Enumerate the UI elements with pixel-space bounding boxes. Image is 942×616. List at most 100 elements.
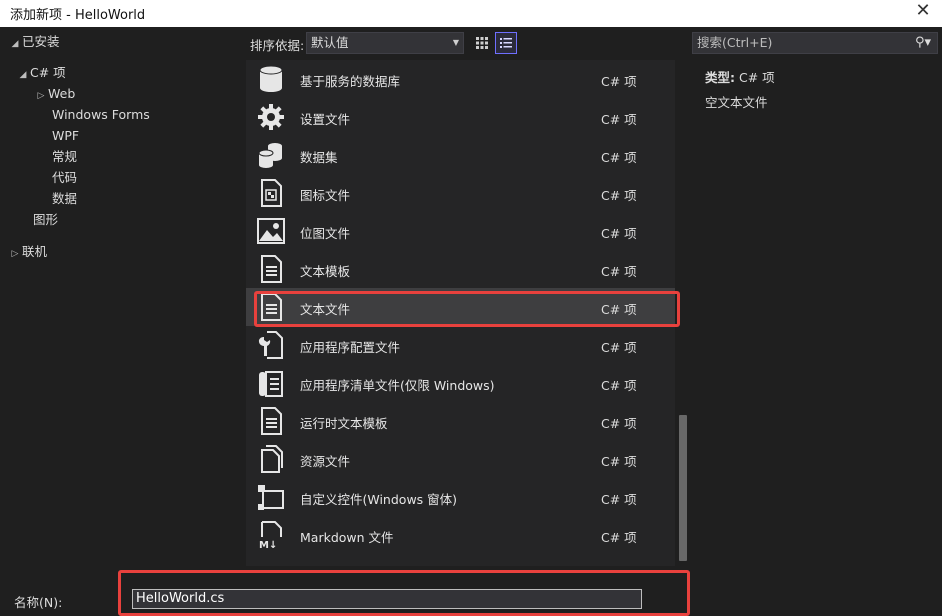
item-name: Markdown 文件 [300, 530, 394, 545]
name-row: 名称(N): HelloWorld.cs [0, 584, 942, 616]
list-view-icon [500, 38, 512, 48]
sort-toolbar: 排序依据: 默认值 ▼ [246, 30, 686, 56]
expanded-arrow-icon[interactable]: ◢ [16, 65, 30, 85]
list-item-custom-control[interactable]: 自定义控件(Windows 窗体) C# 项 [246, 478, 675, 516]
expanded-arrow-icon[interactable]: ◢ [8, 34, 22, 54]
chevron-down-icon: ▼ [452, 38, 459, 47]
item-language: C# 项 [601, 264, 637, 279]
tree-label: 图形 [33, 212, 59, 227]
item-language: C# 项 [601, 454, 637, 469]
name-label: 名称(N): [14, 595, 63, 610]
tree-label: 常规 [52, 149, 78, 164]
name-input[interactable]: HelloWorld.cs [132, 589, 642, 609]
tree-node-general[interactable]: 常规 [52, 147, 77, 167]
category-tree: ◢ 已安装 ◢ C# 项 ▷ Web Windows Forms WPF 常规 代码 … [0, 27, 246, 574]
tree-node-wpf[interactable]: WPF [52, 126, 79, 146]
item-name: 文本文件 [300, 302, 351, 317]
item-name: 文本模板 [300, 264, 351, 279]
text-file-icon [261, 293, 282, 321]
list-item-dataset[interactable]: 数据集 C# 项 [246, 136, 675, 174]
item-language: C# 项 [601, 74, 637, 89]
item-name: 运行时文本模板 [300, 416, 388, 431]
item-name: 资源文件 [300, 454, 351, 469]
item-name: 应用程序配置文件 [300, 340, 401, 355]
template-list: 基于服务的数据库 C# 项 设置文件 C# 项 数据集 C# 项 图标文件 C#… [246, 60, 675, 566]
item-description: 空文本文件 [705, 95, 768, 110]
search-icon[interactable]: ⚲▾ [915, 33, 931, 53]
list-item-runtime-text-template[interactable]: 运行时文本模板 C# 项 [246, 402, 675, 440]
tree-label: WPF [52, 128, 80, 143]
resource-file-icon [261, 445, 283, 473]
item-name: 自定义控件(Windows 窗体) [300, 492, 458, 507]
tree-label: 已安装 [22, 34, 60, 49]
list-view-button[interactable] [495, 32, 517, 54]
list-item-text-template[interactable]: 文本模板 C# 项 [246, 250, 675, 288]
close-icon[interactable]: ✕ [912, 1, 934, 23]
tree-node-graphics[interactable]: 图形 [33, 210, 58, 230]
bitmap-icon [257, 218, 285, 244]
tree-label: C# 项 [30, 65, 66, 80]
list-item-markdown-file[interactable]: M↓ Markdown 文件 C# 项 [246, 516, 675, 554]
tree-node-installed[interactable]: ◢ 已安装 [8, 32, 60, 52]
tree-label: 代码 [52, 170, 78, 185]
item-language: C# 项 [601, 340, 637, 355]
tree-node-online[interactable]: ▷ 联机 [8, 242, 47, 262]
custom-control-icon [258, 485, 284, 510]
item-name: 图标文件 [300, 188, 351, 203]
list-item-app-manifest[interactable]: 应用程序清单文件(仅限 Windows) C# 项 [246, 364, 675, 402]
tree-label: Web [48, 86, 76, 101]
tree-node-data[interactable]: 数据 [52, 189, 77, 209]
config-file-icon [258, 331, 283, 359]
list-item-service-database[interactable]: 基于服务的数据库 C# 项 [246, 60, 675, 98]
type-value: C# 项 [738, 70, 775, 85]
list-item-icon-file[interactable]: 图标文件 C# 项 [246, 174, 675, 212]
item-name: 数据集 [300, 150, 338, 165]
collapsed-arrow-icon[interactable]: ▷ [34, 86, 48, 106]
search-input[interactable]: 搜索(Ctrl+E) ⚲▾ [692, 32, 938, 54]
item-language: C# 项 [601, 112, 637, 127]
item-language: C# 项 [601, 150, 637, 165]
runtime-template-icon [261, 407, 282, 435]
text-template-icon [261, 255, 282, 283]
item-type: 类型: C# 项 [705, 67, 775, 86]
search-placeholder: 搜索(Ctrl+E) [697, 35, 773, 50]
sort-label: 排序依据: [250, 38, 305, 53]
item-name: 基于服务的数据库 [300, 74, 401, 89]
svg-text:M↓: M↓ [259, 540, 277, 550]
tree-label: 数据 [52, 191, 78, 206]
item-language: C# 项 [601, 302, 637, 317]
gear-icon [258, 104, 284, 130]
sort-dropdown[interactable]: 默认值 ▼ [306, 32, 464, 54]
list-scrollbar[interactable] [675, 60, 691, 566]
tree-label: 联机 [22, 244, 48, 259]
tree-node-csharp[interactable]: ◢ C# 项 [16, 63, 66, 83]
item-language: C# 项 [601, 416, 637, 431]
tree-node-code[interactable]: 代码 [52, 168, 77, 188]
details-pane: 类型: C# 项 空文本文件 [692, 60, 942, 566]
list-item-settings-file[interactable]: 设置文件 C# 项 [246, 98, 675, 136]
item-language: C# 项 [601, 226, 637, 241]
scrollbar-thumb[interactable] [679, 415, 687, 561]
item-name: 设置文件 [300, 112, 351, 127]
item-language: C# 项 [601, 492, 637, 507]
manifest-icon [259, 371, 283, 397]
markdown-icon: M↓ [259, 521, 282, 550]
list-item-text-file[interactable]: 文本文件 C# 项 [246, 288, 675, 326]
icon-file-icon [261, 179, 282, 207]
list-item-resource-file[interactable]: 资源文件 C# 项 [246, 440, 675, 478]
list-item-bitmap-file[interactable]: 位图文件 C# 项 [246, 212, 675, 250]
collapsed-arrow-icon[interactable]: ▷ [8, 244, 22, 264]
item-name: 应用程序清单文件(仅限 Windows) [300, 378, 495, 393]
title-bar: 添加新项 - HelloWorld ✕ [0, 0, 942, 27]
item-name: 位图文件 [300, 226, 351, 241]
list-item-app-config[interactable]: 应用程序配置文件 C# 项 [246, 326, 675, 364]
item-language: C# 项 [601, 530, 637, 545]
database-icon [259, 65, 283, 92]
tree-node-winforms[interactable]: Windows Forms [52, 105, 150, 125]
tree-label: Windows Forms [52, 107, 150, 122]
tree-node-web[interactable]: ▷ Web [34, 84, 76, 106]
dataset-icon [258, 143, 282, 168]
item-language: C# 项 [601, 378, 637, 393]
grid-view-button[interactable] [471, 32, 493, 54]
type-label: 类型: [705, 70, 735, 85]
